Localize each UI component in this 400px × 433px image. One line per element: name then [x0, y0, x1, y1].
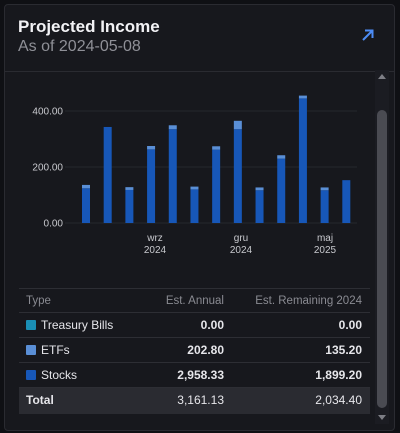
row-annual-value: 0.00 — [200, 318, 224, 332]
y-tick-label: 0.00 — [44, 219, 64, 230]
scrollbar-thumb[interactable] — [377, 110, 387, 408]
stocks-swatch-icon — [26, 370, 36, 380]
bar-stocks — [342, 180, 351, 223]
bar-etfs — [255, 187, 264, 191]
bar-stocks — [190, 189, 199, 223]
bar-stocks — [255, 190, 264, 223]
bar-stocks — [125, 189, 134, 223]
card-subtitle: As of 2024-05-08 — [18, 38, 141, 55]
etfs-swatch-icon — [26, 345, 36, 355]
total-remaining-value: 2,034.40 — [315, 393, 362, 407]
row-remaining-value: 135.20 — [325, 343, 362, 357]
income-bar-chart: 0.00 200.00 400.00 wrz 2024 gru 2024 maj 2025 — [5, 71, 375, 271]
arrow-up-right-icon[interactable] — [360, 27, 376, 43]
bar-etfs — [147, 146, 156, 150]
bar-stocks — [298, 98, 307, 223]
row-type-label: ETFs — [41, 343, 70, 357]
income-table: Type Est. Annual Est. Remaining 2024 Tre… — [19, 288, 370, 414]
bar-stocks — [277, 158, 286, 223]
row-remaining-value: 0.00 — [338, 318, 362, 332]
bar-stocks — [320, 190, 329, 223]
table-header-row: Type Est. Annual Est. Remaining 2024 — [19, 288, 370, 313]
x-tick-month-label: maj — [317, 233, 333, 244]
table-row: Stocks 2,958.33 1,899.20 — [19, 363, 370, 388]
bar-etfs — [125, 187, 134, 190]
bar-stocks — [103, 126, 112, 223]
table-total-row: Total 3,161.13 2,034.40 — [19, 388, 370, 414]
x-tick-year-label: 2024 — [230, 245, 253, 256]
row-annual-value: 202.80 — [187, 343, 224, 357]
scroll-down-icon[interactable] — [378, 411, 386, 423]
x-tick-month-label: wrz — [146, 233, 163, 244]
bar-etfs — [298, 95, 307, 99]
header-est-annual: Est. Annual — [165, 295, 224, 307]
scroll-up-icon[interactable] — [378, 70, 386, 84]
row-type-label: Stocks — [41, 368, 78, 382]
row-remaining-value: 1,899.20 — [315, 368, 362, 382]
row-annual-value: 2,958.33 — [177, 368, 224, 382]
bar-stocks — [212, 149, 221, 223]
projected-income-card: Projected Income As of 2024-05-08 0.00 20… — [4, 4, 395, 431]
header-est-remaining: Est. Remaining 2024 — [255, 295, 362, 307]
bar-etfs — [212, 146, 221, 150]
card-header: Projected Income As of 2024-05-08 — [5, 5, 394, 72]
y-tick-label: 400.00 — [32, 107, 63, 118]
bar-stocks — [82, 188, 90, 223]
total-annual-value: 3,161.13 — [177, 393, 224, 407]
x-tick-year-label: 2024 — [144, 245, 167, 256]
chart-svg: 0.00200.00400.00wrz2024gru2024maj2025 — [32, 95, 357, 256]
table-row: Treasury Bills 0.00 0.00 — [19, 313, 370, 338]
x-tick-month-label: gru — [234, 233, 248, 244]
card-title: Projected Income — [18, 17, 160, 36]
bar-etfs — [82, 184, 90, 189]
bar-etfs — [277, 155, 286, 159]
bar-stocks — [233, 129, 242, 223]
bar-etfs — [168, 125, 177, 130]
row-type-label: Treasury Bills — [41, 318, 114, 332]
y-tick-label: 200.00 — [32, 163, 63, 174]
bar-etfs — [190, 186, 199, 190]
total-label: Total — [26, 393, 54, 407]
bar-etfs — [320, 187, 329, 191]
header-type: Type — [26, 295, 51, 307]
table-row: ETFs 202.80 135.20 — [19, 338, 370, 363]
treasury-swatch-icon — [26, 320, 36, 330]
bar-stocks — [168, 129, 177, 223]
x-tick-year-label: 2025 — [314, 245, 337, 256]
bar-etfs — [233, 120, 242, 130]
bar-stocks — [147, 149, 156, 223]
